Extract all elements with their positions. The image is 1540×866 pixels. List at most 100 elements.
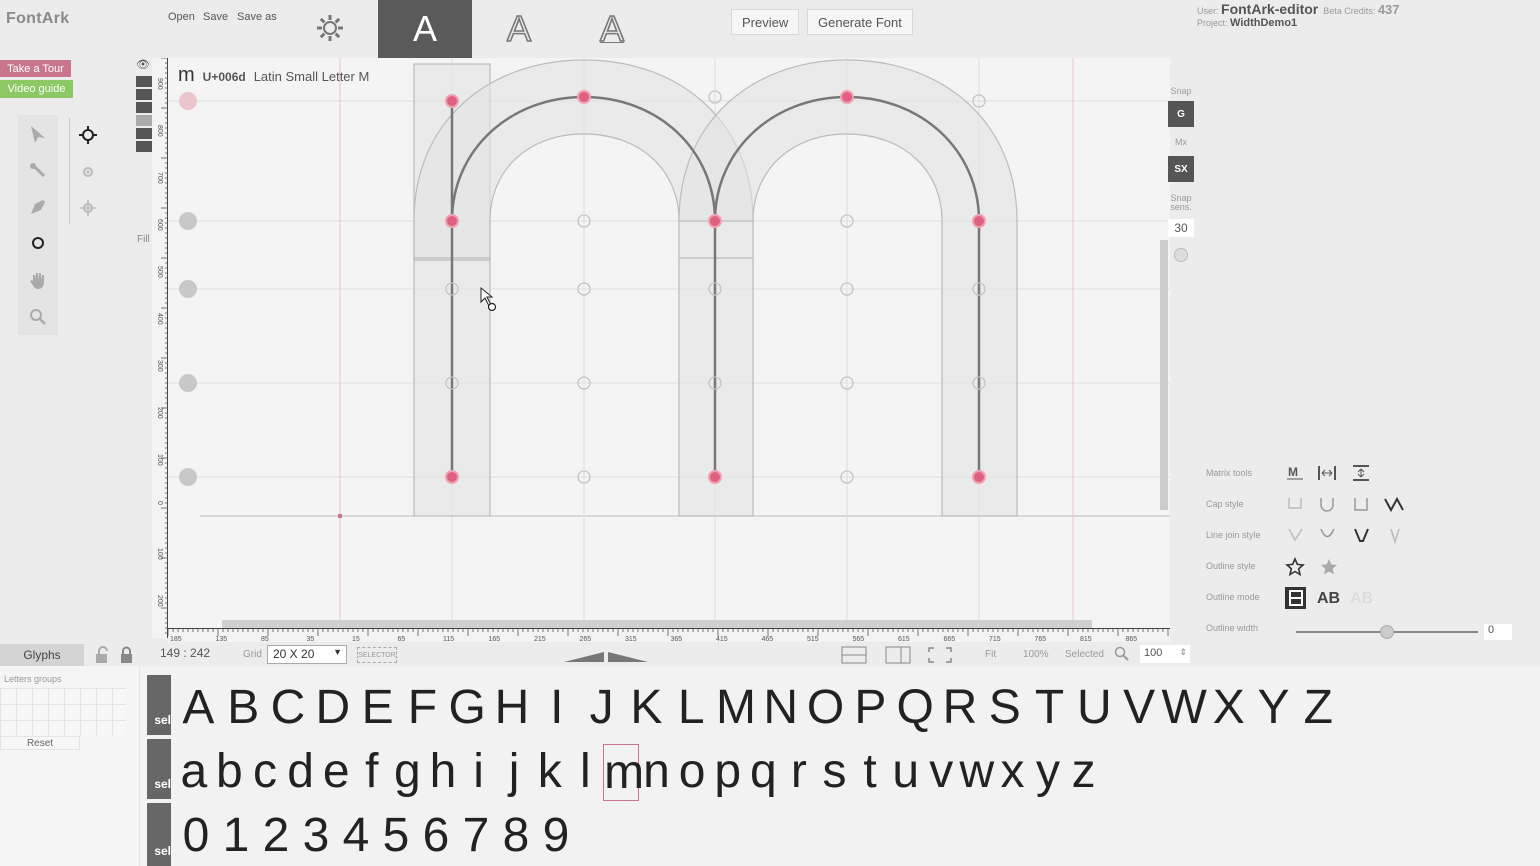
letters-groups-grid[interactable]	[0, 688, 126, 736]
glyph-canvas[interactable]	[168, 58, 1170, 630]
join-miter-icon[interactable]	[1284, 524, 1306, 546]
select-lowercase-button[interactable]: sel	[147, 739, 171, 799]
zoom-icon[interactable]	[1114, 646, 1130, 667]
glyph-cell-7[interactable]: 7	[456, 808, 496, 863]
glyph-cell-u[interactable]: u	[888, 744, 924, 801]
glyph-cell-J[interactable]: J	[579, 680, 624, 735]
zoom-percent[interactable]: 100%	[1023, 649, 1049, 660]
glyph-cell-M[interactable]: M	[714, 680, 759, 735]
style-outline-button[interactable]: A	[472, 0, 566, 58]
glyph-cell-Y[interactable]: Y	[1251, 680, 1296, 735]
style-solid-button[interactable]: A	[378, 0, 472, 58]
glyph-cell-3[interactable]: 3	[296, 808, 336, 863]
glyph-cell-r[interactable]: r	[781, 744, 817, 801]
matrix-width-icon[interactable]	[1316, 462, 1338, 484]
glyph-cell-1[interactable]: 1	[216, 808, 256, 863]
stepper-icon[interactable]: ⇕	[1179, 647, 1187, 658]
glyph-cell-A[interactable]: A	[176, 680, 221, 735]
join-bevel-icon[interactable]	[1350, 524, 1372, 546]
glyph-cell-Z[interactable]: Z	[1296, 680, 1341, 735]
glyph-cell-N[interactable]: N	[758, 680, 803, 735]
select-digits-button[interactable]: sel	[147, 803, 171, 866]
selector-button[interactable]: SELECTOR	[357, 647, 397, 663]
join-round-icon[interactable]	[1316, 524, 1338, 546]
glyph-cell-e[interactable]: e	[318, 744, 354, 801]
glyph-cell-T[interactable]: T	[1027, 680, 1072, 735]
glyph-cell-D[interactable]: D	[310, 680, 355, 735]
cap-angled-icon[interactable]	[1383, 493, 1405, 515]
node-select-icon[interactable]	[20, 154, 56, 188]
glyph-cell-6[interactable]: 6	[416, 808, 456, 863]
glyph-cell-E[interactable]: E	[355, 680, 400, 735]
glyph-cell-v[interactable]: v	[923, 744, 959, 801]
glyph-cell-q[interactable]: q	[746, 744, 782, 801]
glyph-cell-W[interactable]: W	[1162, 680, 1207, 735]
glyphs-tab[interactable]: Glyphs	[0, 644, 84, 666]
preview-button[interactable]: Preview	[731, 9, 800, 35]
join-sharp-icon[interactable]	[1383, 524, 1405, 546]
glyph-cell-p[interactable]: p	[710, 744, 746, 801]
glyph-cell-Q[interactable]: Q	[893, 680, 938, 735]
glyph-cell-m[interactable]: m	[603, 744, 644, 801]
glyph-cell-k[interactable]: k	[532, 744, 568, 801]
save-as-button[interactable]: Save as	[237, 11, 277, 23]
pen-icon[interactable]	[20, 190, 56, 224]
settings-gear-icon[interactable]	[314, 12, 346, 44]
glyph-cell-H[interactable]: H	[490, 680, 535, 735]
snap-grid-button[interactable]: G	[1168, 101, 1194, 127]
glyph-cell-G[interactable]: G	[445, 680, 490, 735]
glyph-cell-5[interactable]: 5	[376, 808, 416, 863]
glyph-cell-I[interactable]: I	[534, 680, 579, 735]
glyph-cell-B[interactable]: B	[221, 680, 266, 735]
save-button[interactable]: Save	[203, 11, 228, 23]
selected-value-input[interactable]: 100 ⇕	[1140, 645, 1190, 663]
snap-sx-button[interactable]: SX	[1168, 156, 1194, 182]
star-outline-icon[interactable]	[1284, 556, 1306, 578]
crosshair-icon[interactable]	[70, 118, 106, 152]
glyph-cell-O[interactable]: O	[803, 680, 848, 735]
glyph-cell-g[interactable]: g	[390, 744, 426, 801]
glyph-cell-z[interactable]: z	[1066, 744, 1102, 801]
glyph-cell-b[interactable]: b	[212, 744, 248, 801]
glyph-cell-P[interactable]: P	[848, 680, 893, 735]
snap-sensitivity-input[interactable]: 30	[1168, 219, 1194, 237]
select-uppercase-button[interactable]: sel	[147, 675, 171, 735]
glyph-cell-V[interactable]: V	[1117, 680, 1162, 735]
page-nav-arrows[interactable]	[564, 648, 648, 664]
glyph-cell-x[interactable]: x	[995, 744, 1031, 801]
style-outline-alt-button[interactable]: A	[565, 0, 659, 58]
outline-mode-box-icon[interactable]	[1284, 587, 1306, 609]
eye-icon[interactable]: 👁	[136, 58, 150, 71]
glyph-cell-0[interactable]: 0	[176, 808, 216, 863]
glyph-cell-s[interactable]: s	[817, 744, 853, 801]
outline-mode-ab-solid[interactable]: AB	[1317, 590, 1340, 608]
glyph-cell-L[interactable]: L	[669, 680, 714, 735]
glyph-cell-t[interactable]: t	[852, 744, 888, 801]
glyph-cell-K[interactable]: K	[624, 680, 669, 735]
glyph-cell-o[interactable]: o	[674, 744, 710, 801]
glyph-cell-4[interactable]: 4	[336, 808, 376, 863]
cap-butt-icon[interactable]	[1284, 493, 1306, 515]
dot-icon[interactable]	[70, 155, 106, 189]
glyph-cell-f[interactable]: f	[354, 744, 390, 801]
hand-icon[interactable]	[20, 263, 56, 297]
glyph-cell-c[interactable]: c	[247, 744, 283, 801]
glyph-cell-S[interactable]: S	[982, 680, 1027, 735]
select-arrow-icon[interactable]	[20, 117, 56, 151]
glyph-cell-C[interactable]: C	[266, 680, 311, 735]
glyph-cell-j[interactable]: j	[496, 744, 532, 801]
glyph-drawing[interactable]	[168, 58, 1170, 630]
zoom-icon[interactable]	[20, 300, 56, 334]
matrix-m-icon[interactable]: M	[1284, 462, 1306, 484]
matrix-height-icon[interactable]	[1350, 462, 1372, 484]
glyph-cell-9[interactable]: 9	[536, 808, 576, 863]
generate-font-button[interactable]: Generate Font	[807, 9, 913, 35]
video-guide-button[interactable]: Video guide	[0, 80, 73, 98]
glyph-cell-8[interactable]: 8	[496, 808, 536, 863]
take-tour-button[interactable]: Take a Tour	[0, 60, 71, 77]
star-filled-icon[interactable]	[1318, 556, 1340, 578]
guide-handles[interactable]	[179, 92, 197, 486]
glyph-cell-R[interactable]: R	[938, 680, 983, 735]
sensitivity-slider-knob[interactable]	[1174, 248, 1188, 262]
glyph-cell-h[interactable]: h	[425, 744, 461, 801]
